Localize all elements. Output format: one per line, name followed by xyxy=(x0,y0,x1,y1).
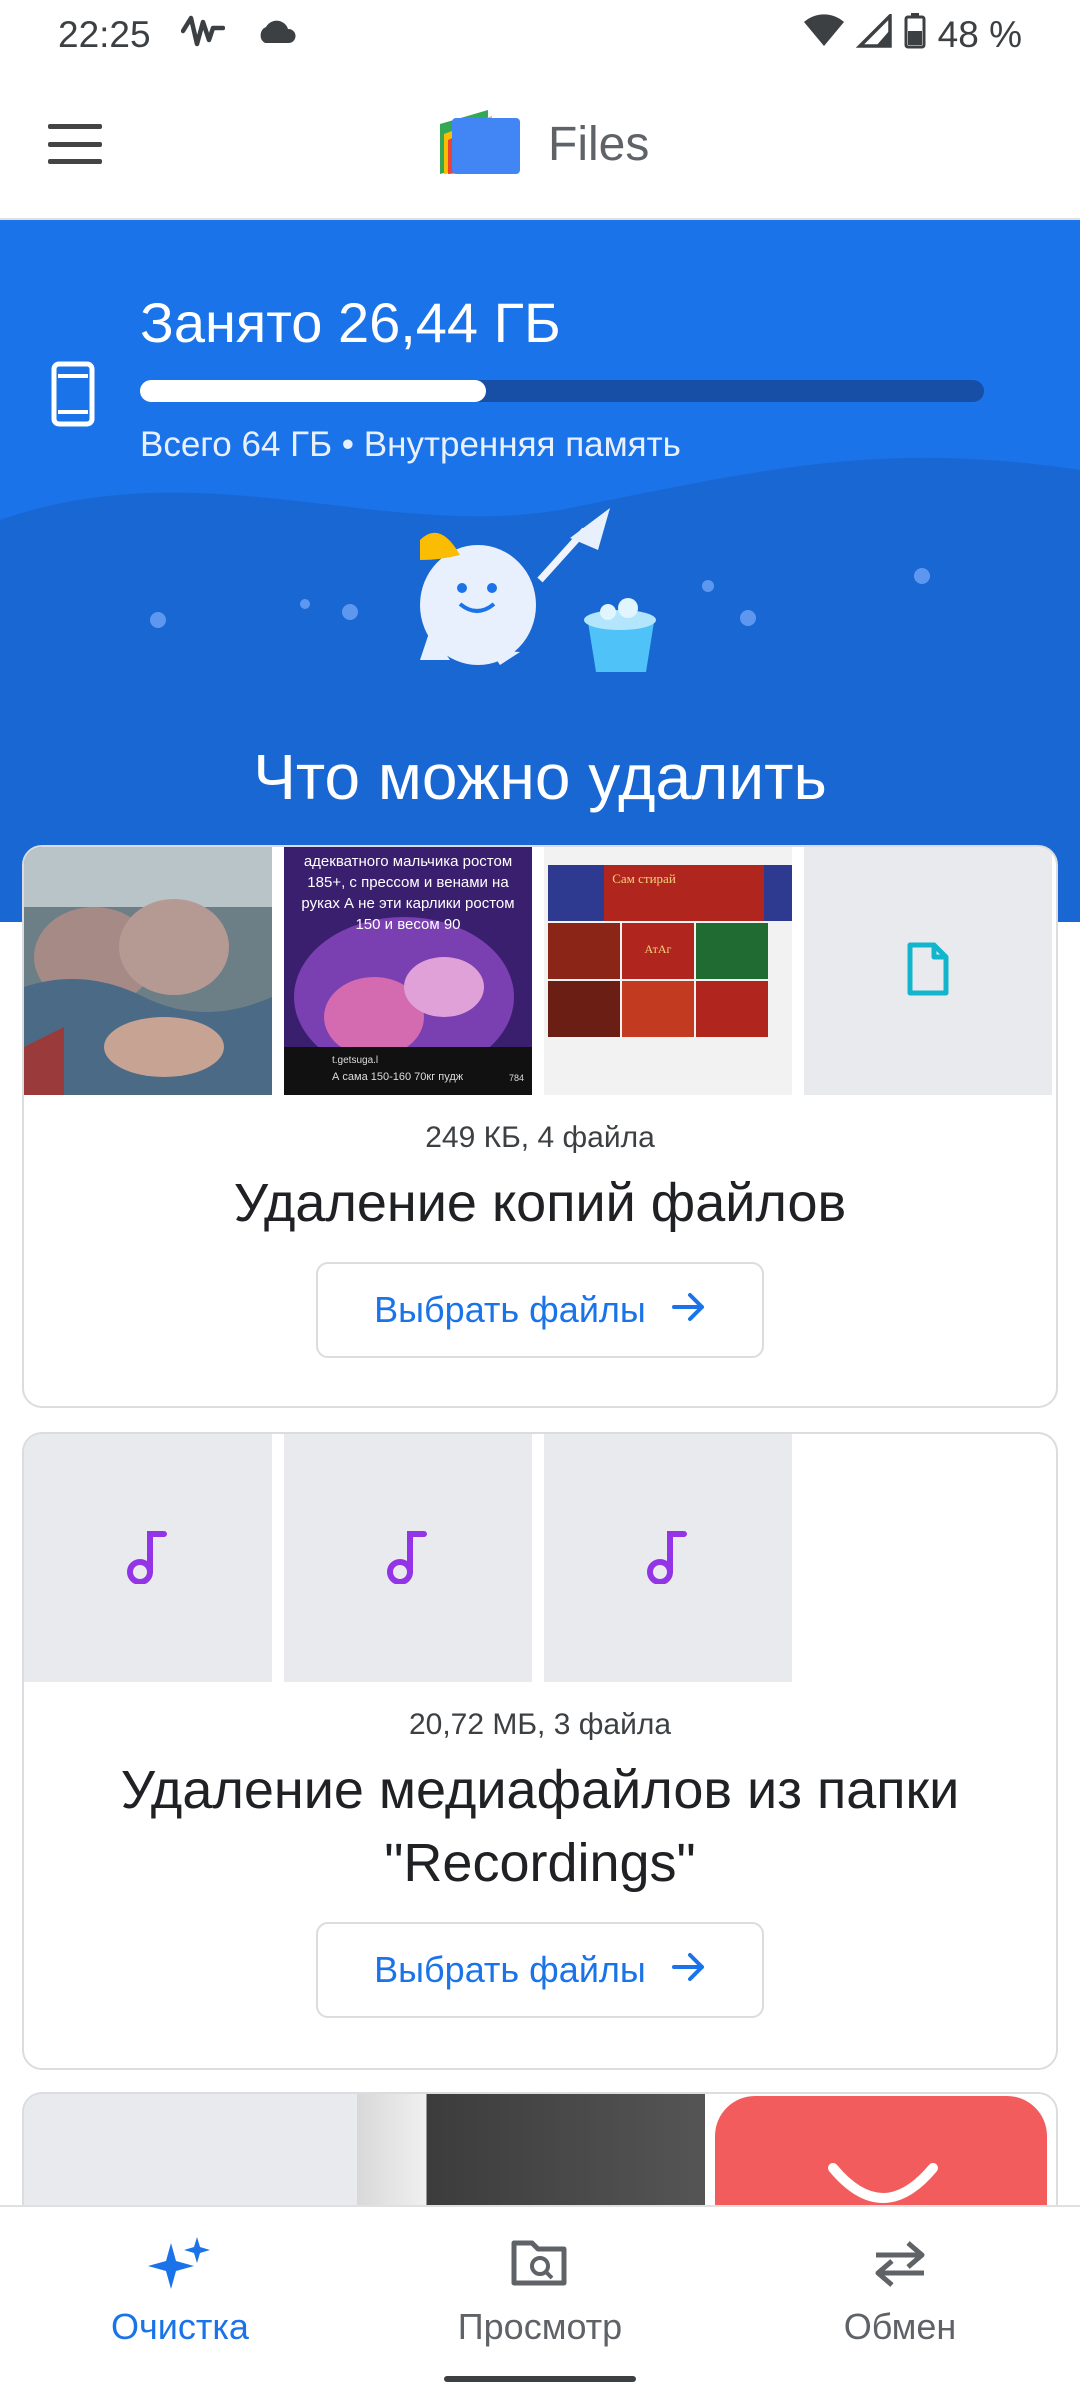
phone-icon xyxy=(48,360,102,435)
tiktok-likes: 784 xyxy=(508,1073,524,1083)
files-logo-icon xyxy=(440,110,520,179)
candy-label-2: АтАг xyxy=(644,942,672,956)
thumbnail-photo[interactable] xyxy=(24,847,272,1095)
signal-icon xyxy=(855,11,892,57)
tiktok-user: t.getsuga.l xyxy=(332,1055,379,1066)
tiktok-footer: А сама 150-160 70кг пудж xyxy=(332,1071,464,1083)
app-title: Files xyxy=(548,118,650,171)
card-meta: 20,72 МБ, 3 файла xyxy=(408,1708,672,1741)
storage-used-label: Занято 26,44 ГБ xyxy=(140,291,561,354)
select-files-button[interactable]: Выбрать файлы xyxy=(316,1921,764,2018)
candy-label-1: Сам стирай xyxy=(612,871,676,886)
select-files-button[interactable]: Выбрать файлы xyxy=(316,1261,764,1358)
nav-browse[interactable]: Просмотр xyxy=(360,2207,720,2400)
nav-share-label: Обмен xyxy=(843,2306,957,2347)
thumbnail-audio[interactable] xyxy=(24,1434,272,1682)
nav-share[interactable]: Обмен xyxy=(720,2207,1080,2400)
thumbnail-audio[interactable] xyxy=(284,1434,532,1682)
card-title: Удаление медиафайлов из папки "Recording… xyxy=(120,1760,960,1893)
app-title-group: Files xyxy=(440,110,649,179)
sparkle-icon xyxy=(145,2235,215,2296)
wifi-icon xyxy=(803,13,844,57)
status-bar: 22:25 48 % xyxy=(0,0,1080,70)
select-files-label: Выбрать файлы xyxy=(374,1948,646,1990)
battery-percent: 48 % xyxy=(937,14,1022,55)
menu-icon[interactable] xyxy=(48,124,102,164)
select-files-label: Выбрать файлы xyxy=(374,1288,646,1330)
storage-progress-fill xyxy=(140,380,487,402)
thumbnail-tiktok[interactable]: адекватного мальчика ростом 185+, с прес… xyxy=(284,847,532,1095)
recordings-card[interactable]: 20,72 МБ, 3 файла Удаление медиафайлов и… xyxy=(22,1432,1058,2070)
cloud-icon xyxy=(255,14,299,56)
nav-clean[interactable]: Очистка xyxy=(0,2207,360,2400)
storage-subtitle: Всего 64 ГБ • Внутренняя память xyxy=(140,425,681,464)
storage-progress-bar xyxy=(140,380,984,402)
status-time: 22:25 xyxy=(58,14,151,55)
card-title: Удаление копий файлов xyxy=(233,1173,847,1233)
thumbnail-row: адекватного мальчика ростом 185+, с прес… xyxy=(24,847,1056,1095)
duplicate-files-card[interactable]: адекватного мальчика ростом 185+, с прес… xyxy=(22,845,1058,1408)
storage-hero[interactable]: Занято 26,44 ГБ Всего 64 ГБ • Внутренняя… xyxy=(0,220,1080,922)
battery-icon xyxy=(904,12,926,58)
thumbnail-candy[interactable]: Сам стирай АтАг xyxy=(544,847,792,1095)
arrow-right-icon xyxy=(671,1289,706,1331)
arrow-right-icon xyxy=(671,1949,706,1991)
thumbnail-row xyxy=(24,1434,1056,1682)
document-icon xyxy=(904,941,952,1002)
music-note-icon xyxy=(126,1528,170,1589)
music-note-icon xyxy=(646,1528,690,1589)
card-meta: 249 КБ, 4 файла xyxy=(425,1121,655,1154)
activity-icon xyxy=(180,14,225,57)
nav-browse-label: Просмотр xyxy=(457,2306,623,2347)
cleanup-heading: Что можно удалить xyxy=(253,741,827,813)
thumbnail-audio[interactable] xyxy=(544,1434,792,1682)
thumbnail-document[interactable] xyxy=(804,847,1052,1095)
app-bar: Files xyxy=(0,70,1080,220)
folder-search-icon xyxy=(510,2235,570,2296)
nav-clean-label: Очистка xyxy=(111,2306,249,2347)
blurred-photo-image xyxy=(24,847,272,1095)
gesture-handle[interactable] xyxy=(444,2376,636,2382)
music-note-icon xyxy=(386,1528,430,1589)
bottom-navigation: Очистка Просмотр Обмен xyxy=(0,2205,1080,2400)
tiktok-caption: адекватного мальчика ростом 185+, с прес… xyxy=(301,853,515,933)
swap-icon xyxy=(870,2235,930,2296)
